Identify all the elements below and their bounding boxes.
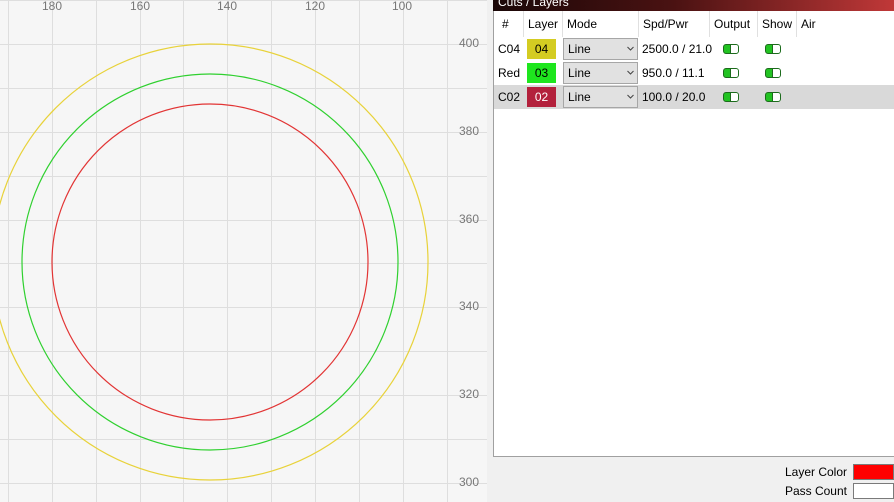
speed-power-value[interactable]: 950.0 / 11.1 xyxy=(642,61,705,85)
cuts-table: # Layer Mode Spd/Pwr Output Show Air C04… xyxy=(493,11,894,457)
pass-count-input[interactable] xyxy=(853,483,894,499)
column-header-show[interactable]: Show xyxy=(758,11,797,37)
red-circle[interactable] xyxy=(51,103,369,421)
pass-count-label: Pass Count xyxy=(784,484,847,498)
chevron-down-icon xyxy=(627,46,634,51)
layer-color-label: Layer Color xyxy=(784,465,847,479)
x-tick-label: 100 xyxy=(392,0,412,13)
row-number: C02 xyxy=(498,90,521,104)
y-tick-label: 400 xyxy=(459,36,479,50)
output-toggle[interactable] xyxy=(723,44,739,54)
show-toggle[interactable] xyxy=(765,44,781,54)
layer-color-picker[interactable] xyxy=(853,464,894,480)
y-tick-label: 360 xyxy=(459,212,479,226)
column-header-output[interactable]: Output xyxy=(710,11,758,37)
column-header-spd-pwr[interactable]: Spd/Pwr xyxy=(639,11,710,37)
table-row[interactable]: C02 02 Line 100.0 / 20.0 xyxy=(494,85,894,109)
chevron-down-icon xyxy=(627,70,634,75)
x-tick-label: 160 xyxy=(130,0,150,13)
y-tick-label: 340 xyxy=(459,299,479,313)
layer-properties: Layer Color Pass Count xyxy=(493,458,894,502)
show-toggle[interactable] xyxy=(765,68,781,78)
panel-title: Cuts / Layers xyxy=(498,0,569,9)
workspace-canvas[interactable]: 180 160 140 120 100 400 380 360 340 320 … xyxy=(0,0,487,502)
toggle-knob xyxy=(730,93,738,101)
speed-power-value[interactable]: 2500.0 / 21.0 xyxy=(642,37,712,61)
grid-lines xyxy=(0,0,487,502)
x-tick-label: 180 xyxy=(42,0,62,13)
column-header-air[interactable]: Air xyxy=(797,11,894,37)
x-ruler: 180 160 140 120 100 xyxy=(42,0,412,13)
green-circle[interactable] xyxy=(21,73,399,451)
y-tick-label: 320 xyxy=(459,387,479,401)
workspace-svg[interactable]: 180 160 140 120 100 400 380 360 340 320 … xyxy=(0,0,487,502)
column-header-mode[interactable]: Mode xyxy=(563,11,639,37)
mode-dropdown[interactable]: Line xyxy=(563,38,638,60)
mode-value: Line xyxy=(568,90,591,104)
layer-color-swatch[interactable]: 02 xyxy=(527,87,556,107)
table-row[interactable]: C04 04 Line 2500.0 / 21.0 xyxy=(494,37,894,61)
mode-value: Line xyxy=(568,42,591,56)
show-toggle[interactable] xyxy=(765,92,781,102)
table-row[interactable]: Red 03 Line 950.0 / 11.1 xyxy=(494,61,894,85)
y-ruler: 400 380 360 340 320 300 xyxy=(459,36,479,489)
toggle-knob xyxy=(730,69,738,77)
column-header-num[interactable]: # xyxy=(494,11,524,37)
toggle-knob xyxy=(730,45,738,53)
toggle-knob xyxy=(772,69,780,77)
output-toggle[interactable] xyxy=(723,68,739,78)
cuts-layers-panel: Cuts / Layers # Layer Mode Spd/Pwr Outpu… xyxy=(493,0,894,502)
row-number: Red xyxy=(498,66,521,80)
mode-dropdown[interactable]: Line xyxy=(563,86,638,108)
toggle-knob xyxy=(772,45,780,53)
mode-dropdown[interactable]: Line xyxy=(563,62,638,84)
row-number: C04 xyxy=(498,42,521,56)
x-tick-label: 140 xyxy=(217,0,237,13)
toggle-knob xyxy=(772,93,780,101)
speed-power-value[interactable]: 100.0 / 20.0 xyxy=(642,85,705,109)
x-tick-label: 120 xyxy=(305,0,325,13)
chevron-down-icon xyxy=(627,94,634,99)
column-header-layer[interactable]: Layer xyxy=(524,11,563,37)
y-tick-label: 380 xyxy=(459,124,479,138)
panel-title-bar[interactable]: Cuts / Layers xyxy=(493,0,894,11)
y-tick-label: 300 xyxy=(459,475,479,489)
layer-color-swatch[interactable]: 04 xyxy=(527,39,556,59)
output-toggle[interactable] xyxy=(723,92,739,102)
mode-value: Line xyxy=(568,66,591,80)
yellow-circle[interactable] xyxy=(0,43,429,481)
layer-color-swatch[interactable]: 03 xyxy=(527,63,556,83)
